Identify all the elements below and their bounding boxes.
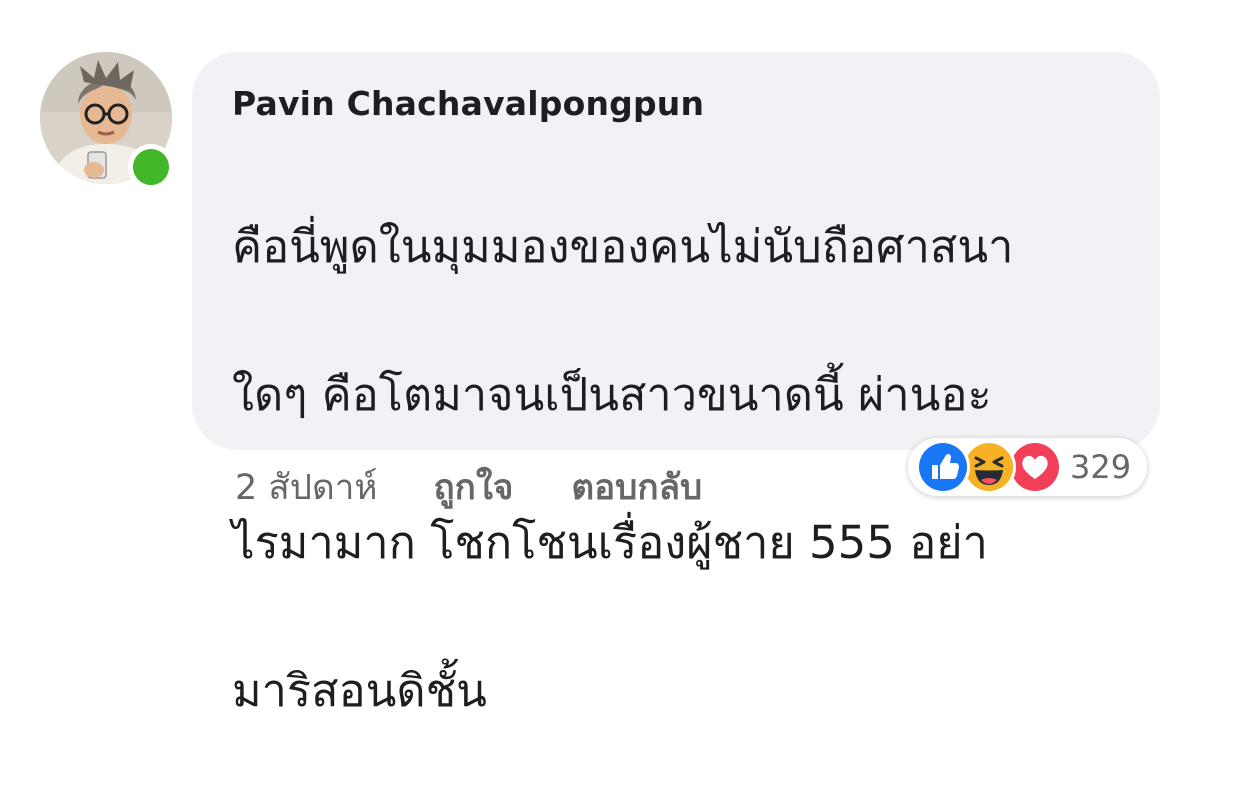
like-icon [916, 440, 970, 494]
love-icon [1008, 440, 1062, 494]
online-status-indicator [128, 144, 174, 190]
haha-icon [962, 440, 1016, 494]
comment-author[interactable]: Pavin Chachavalpongpun [232, 82, 1120, 126]
comment-text-line: มาริสอนดิชั้น [232, 664, 487, 717]
like-button[interactable]: ถูกใจ [433, 460, 513, 515]
reactions-summary[interactable]: 329 [908, 438, 1148, 496]
reaction-count: 329 [1070, 448, 1132, 486]
comment-timestamp[interactable]: 2 สัปดาห์ [235, 460, 377, 515]
comment-text-line: ใดๆ คือโตมาจนเป็นสาวขนาดนี้ ผ่านอะ [232, 368, 992, 421]
comment-text-line: ไรมามาก โชกโชนเรื่องผู้ชาย 555 อย่า [232, 516, 988, 569]
reply-button[interactable]: ตอบกลับ [571, 460, 702, 515]
comment-text-line: คือนี่พูดในมุมมองของคนไม่นับถือศาสนา [232, 220, 1014, 273]
comment-bubble: Pavin Chachavalpongpun คือนี่พูดในมุมมอง… [192, 52, 1160, 717]
comment-actions: 2 สัปดาห์ ถูกใจ ตอบกลับ [235, 462, 760, 512]
